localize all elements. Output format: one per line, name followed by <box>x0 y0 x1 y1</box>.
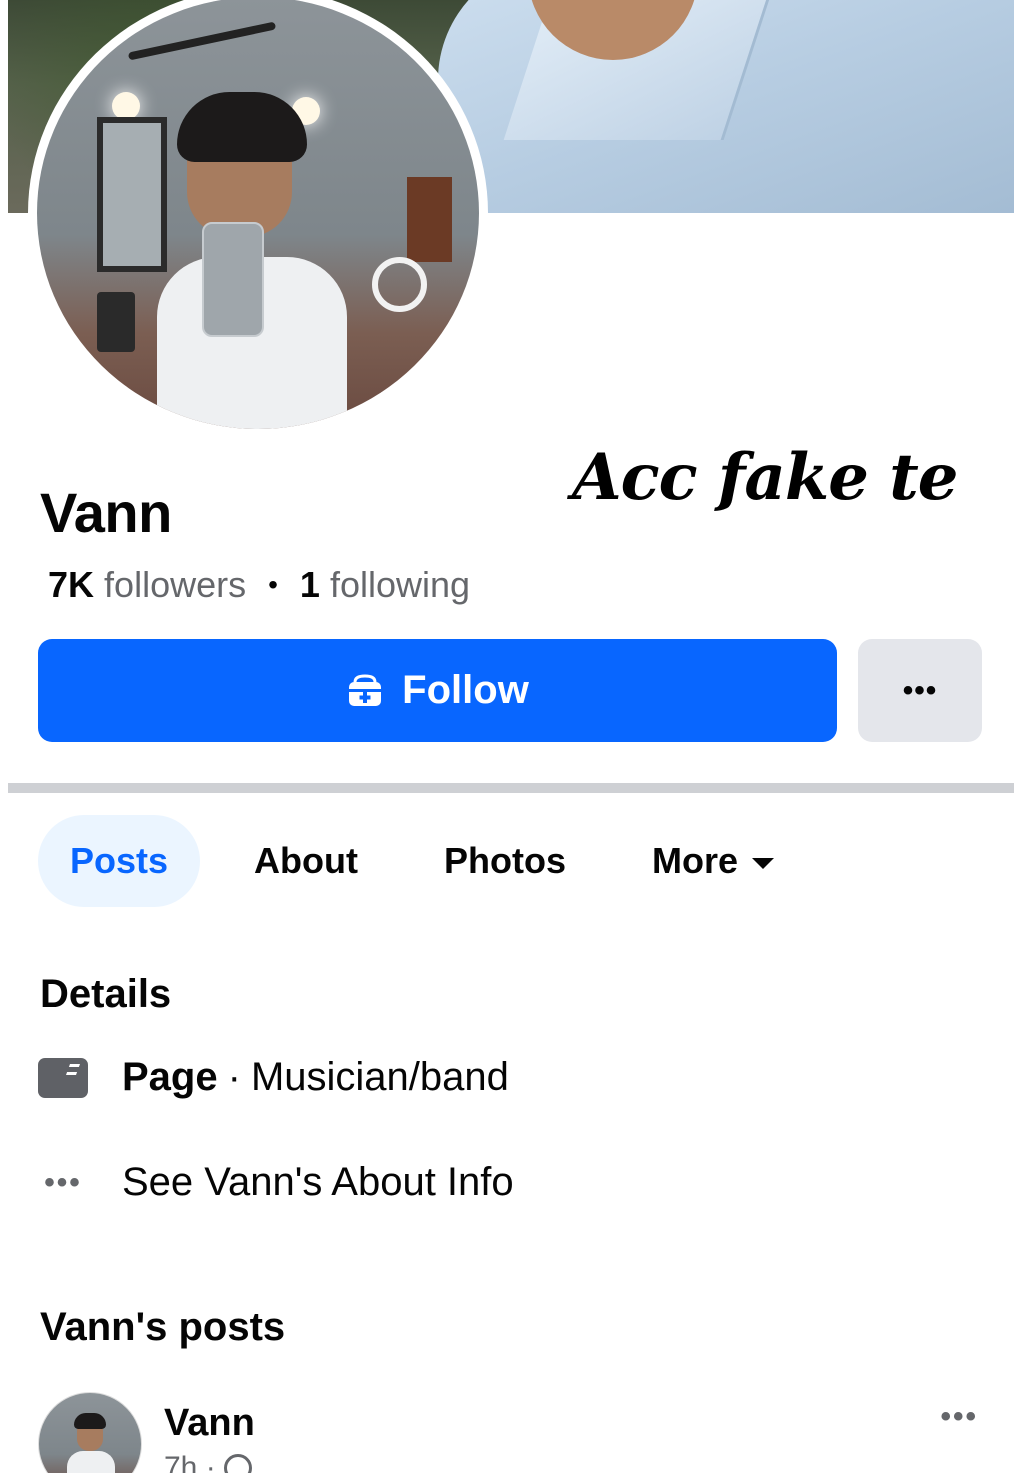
stats-separator: • <box>268 569 278 600</box>
section-divider <box>8 783 1014 793</box>
post-timestamp: 7h · <box>164 1451 255 1473</box>
details-title: Details <box>40 972 172 1016</box>
overlay-caption: Acc fake te <box>572 440 959 515</box>
mirror <box>97 117 167 272</box>
avatar-hair <box>74 1413 106 1429</box>
post-time-text[interactable]: 7h · <box>164 1451 216 1473</box>
caret-down-icon <box>752 857 775 869</box>
profile-picture-image <box>37 0 479 429</box>
ring-light <box>372 257 427 312</box>
speaker <box>97 292 135 352</box>
tab-about[interactable]: About <box>254 815 358 907</box>
see-about-info[interactable]: ••• See Vann's About Info <box>38 1160 514 1205</box>
page-flag-icon <box>38 1057 88 1098</box>
followers-label[interactable]: followers <box>104 564 246 606</box>
profile-tabs: Posts About Photos More <box>38 815 775 907</box>
phone <box>202 222 264 337</box>
posts-title: Vann's posts <box>40 1305 286 1349</box>
page-label: Page <box>122 1055 218 1099</box>
ceiling-fan <box>127 21 277 61</box>
tab-more[interactable]: More <box>652 815 775 907</box>
post-options-button[interactable]: ••• <box>940 1400 978 1434</box>
avatar-body <box>67 1451 115 1473</box>
more-options-label: ••• <box>902 673 938 707</box>
post-header: Vann 7h · ••• <box>38 1392 988 1473</box>
profile-picture[interactable] <box>28 0 488 438</box>
follow-icon <box>349 673 382 706</box>
tab-photos[interactable]: Photos <box>444 815 566 907</box>
more-options-button[interactable]: ••• <box>858 639 982 742</box>
post-author-avatar[interactable] <box>38 1392 142 1473</box>
page-category: Musician/band <box>250 1055 509 1099</box>
person-hair <box>177 92 307 162</box>
follow-button[interactable]: Follow <box>38 639 837 742</box>
globe-icon <box>223 1454 252 1473</box>
following-count[interactable]: 1 <box>300 564 320 606</box>
shelf <box>407 177 452 262</box>
post-author-name[interactable]: Vann <box>164 1402 255 1445</box>
post-meta: Vann 7h · <box>164 1392 255 1473</box>
profile-stats: 7K followers • 1 following <box>48 564 470 606</box>
profile-name: Vann <box>40 481 172 544</box>
see-about-info-label: See Vann's About Info <box>122 1160 514 1204</box>
tab-posts[interactable]: Posts <box>38 815 201 907</box>
lamp-light <box>112 92 140 120</box>
followers-count[interactable]: 7K <box>48 564 94 606</box>
more-dots-icon: ••• <box>44 1165 82 1199</box>
page-separator: · <box>227 1055 241 1099</box>
following-label[interactable]: following <box>330 564 470 606</box>
detail-page-category: Page · Musician/band <box>38 1055 509 1100</box>
follow-label: Follow <box>402 668 529 712</box>
tab-more-label: More <box>652 840 739 881</box>
